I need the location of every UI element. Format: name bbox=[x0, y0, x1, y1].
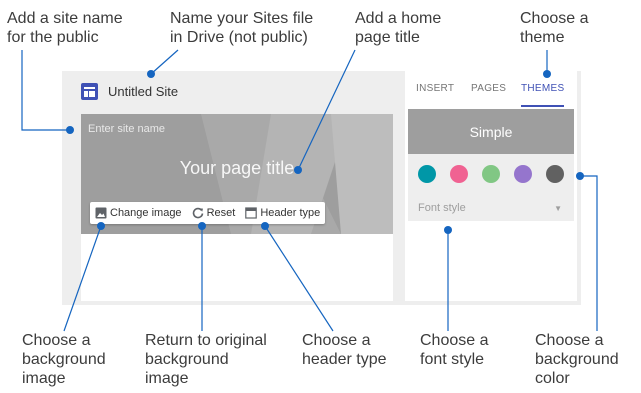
image-icon bbox=[95, 207, 107, 219]
header-banner: Enter site name Your page title Change i… bbox=[81, 114, 393, 234]
dropdown-arrow-icon: ▼ bbox=[554, 204, 562, 213]
callout-font-style: Choose a font style bbox=[420, 332, 489, 368]
site-name-input[interactable]: Enter site name bbox=[88, 123, 165, 135]
tab-insert[interactable]: INSERT bbox=[416, 71, 454, 94]
callout-bg-color: Choose a background color bbox=[535, 332, 619, 387]
side-panel: INSERT PAGES THEMES Simple Font style ▼ bbox=[405, 71, 577, 301]
page-body bbox=[81, 234, 393, 301]
reset-icon bbox=[192, 207, 203, 219]
panel-tabs: INSERT PAGES THEMES bbox=[405, 71, 577, 107]
reset-label: Reset bbox=[206, 207, 236, 219]
callout-site-name: Add a site name for the public bbox=[7, 10, 123, 46]
theme-name: Simple bbox=[408, 109, 574, 154]
header-type-button[interactable]: Header type bbox=[240, 202, 325, 224]
callout-header-type: Choose a header type bbox=[302, 332, 387, 368]
page-title-input[interactable]: Your page title bbox=[81, 158, 393, 179]
color-swatch-purple[interactable] bbox=[514, 165, 532, 183]
color-swatch-teal[interactable] bbox=[418, 165, 436, 183]
callout-theme: Choose a theme bbox=[520, 10, 589, 46]
header-type-icon bbox=[245, 207, 258, 219]
callout-file-name: Name your Sites file in Drive (not publi… bbox=[170, 10, 314, 46]
theme-card-simple[interactable]: Simple Font style ▼ bbox=[408, 109, 574, 221]
font-style-dropdown[interactable]: Font style ▼ bbox=[418, 202, 562, 216]
change-image-button[interactable]: Change image bbox=[90, 202, 187, 224]
color-swatch-pink[interactable] bbox=[450, 165, 468, 183]
tab-pages[interactable]: PAGES bbox=[471, 71, 506, 94]
callout-page-title: Add a home page title bbox=[355, 10, 442, 46]
callout-bg-image: Choose a background image bbox=[22, 332, 106, 387]
color-swatch-green[interactable] bbox=[482, 165, 500, 183]
font-style-label: Font style bbox=[418, 202, 466, 214]
site-header: Untitled Site bbox=[62, 71, 398, 114]
callout-reset: Return to original background image bbox=[145, 332, 267, 387]
color-swatch-gray[interactable] bbox=[546, 165, 564, 183]
change-image-label: Change image bbox=[110, 207, 182, 219]
header-toolbar: Change image Reset Header type bbox=[90, 202, 326, 224]
site-logo-icon bbox=[81, 83, 98, 100]
site-file-title[interactable]: Untitled Site bbox=[108, 84, 178, 99]
site-editor: Untitled Site Enter site name Your page … bbox=[62, 71, 398, 301]
tab-themes[interactable]: THEMES bbox=[521, 71, 565, 107]
header-type-label: Header type bbox=[260, 207, 321, 219]
reset-button[interactable]: Reset bbox=[187, 202, 241, 224]
